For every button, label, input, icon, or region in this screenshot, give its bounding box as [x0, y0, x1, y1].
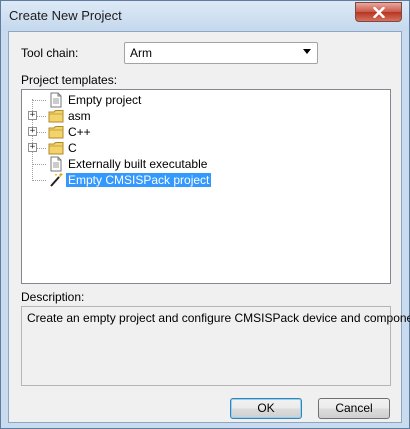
description-label: Description:: [21, 290, 85, 304]
cancel-button[interactable]: Cancel: [318, 398, 390, 419]
expand-icon[interactable]: +: [28, 143, 37, 152]
tree-item-externally-built-executable[interactable]: Externally built executable: [22, 156, 382, 172]
tree-item-label: Externally built executable: [68, 157, 208, 171]
tree-item-empty-project[interactable]: Empty project: [22, 92, 382, 108]
tree-item-label: C: [68, 141, 77, 155]
close-icon: [372, 6, 385, 18]
expand-icon[interactable]: +: [28, 111, 37, 120]
folder-icon: [48, 142, 64, 155]
project-templates-label: Project templates:: [21, 73, 118, 87]
close-button[interactable]: [355, 2, 402, 22]
tree-item-empty-cmsispack-project[interactable]: Empty CMSISPack project: [22, 172, 382, 188]
tree-item-cpp[interactable]: + C++: [22, 124, 382, 140]
ok-button[interactable]: OK: [230, 398, 302, 419]
create-new-project-dialog: Create New Project Tool chain: Arm Proje…: [0, 0, 410, 429]
tool-chain-label: Tool chain:: [21, 46, 79, 60]
tool-chain-value: Arm: [130, 46, 152, 60]
title-bar[interactable]: Create New Project: [1, 1, 409, 31]
folder-icon: [48, 110, 64, 123]
chevron-down-icon: [303, 49, 311, 54]
description-text: Create an empty project and configure CM…: [27, 311, 410, 325]
document-icon: [50, 156, 62, 172]
tree-item-label: asm: [68, 109, 91, 123]
document-icon: [50, 92, 62, 108]
tree-item-label: Empty CMSISPack project: [66, 173, 212, 187]
tool-chain-select[interactable]: Arm: [124, 42, 318, 64]
tree-item-asm[interactable]: + asm: [22, 108, 382, 124]
dialog-body: Tool chain: Arm Project templates: Empty…: [8, 31, 410, 423]
tree-item-label: Empty project: [68, 93, 142, 107]
project-templates-tree[interactable]: Empty project + asm + C++ + C Externally…: [21, 89, 391, 284]
folder-icon: [48, 126, 64, 139]
tree-item-label: C++: [68, 125, 91, 139]
expand-icon[interactable]: +: [28, 127, 37, 136]
magic-wand-icon: [50, 173, 63, 187]
window-title: Create New Project: [9, 8, 122, 23]
description-box: Create an empty project and configure CM…: [21, 306, 410, 386]
tree-item-c[interactable]: + C: [22, 140, 382, 156]
